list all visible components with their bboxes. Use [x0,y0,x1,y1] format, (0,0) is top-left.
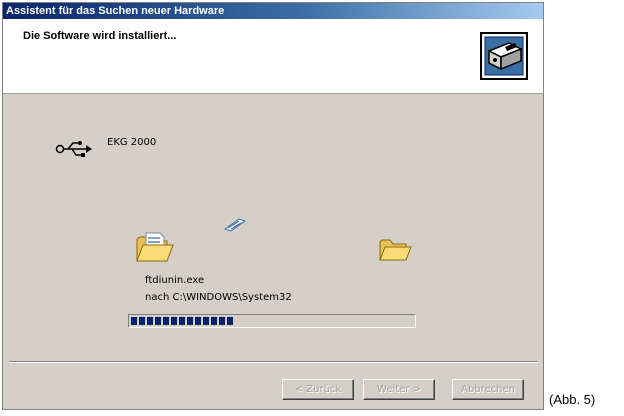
progress-fill [131,317,236,325]
page: Assistent für das Suchen neuer Hardware … [0,0,624,416]
hardware-wizard-icon [480,32,528,80]
back-button[interactable]: < Zurück [282,379,354,400]
header-title: Die Software wird installiert... [23,30,177,42]
footer-separator [9,361,537,363]
wizard-dialog: Assistent für das Suchen neuer Hardware … [2,2,544,410]
next-button[interactable]: Weiter > [363,379,435,400]
wizard-header: Die Software wird installiert... [3,19,543,94]
cancel-button[interactable]: Abbrechen [452,379,524,400]
progress-bar [128,314,416,328]
target-folder-icon [379,239,412,261]
source-folder-icon [136,232,174,262]
usb-icon [55,141,92,157]
device-name: EKG 2000 [107,137,157,148]
file-destination: nach C:\WINDOWS\System32 [145,292,292,303]
title-bar[interactable]: Assistent für das Suchen neuer Hardware [3,3,543,19]
figure-caption: (Abb. 5) [549,392,596,407]
flying-document-icon [223,218,247,232]
file-name: ftdiunin.exe [145,275,205,286]
